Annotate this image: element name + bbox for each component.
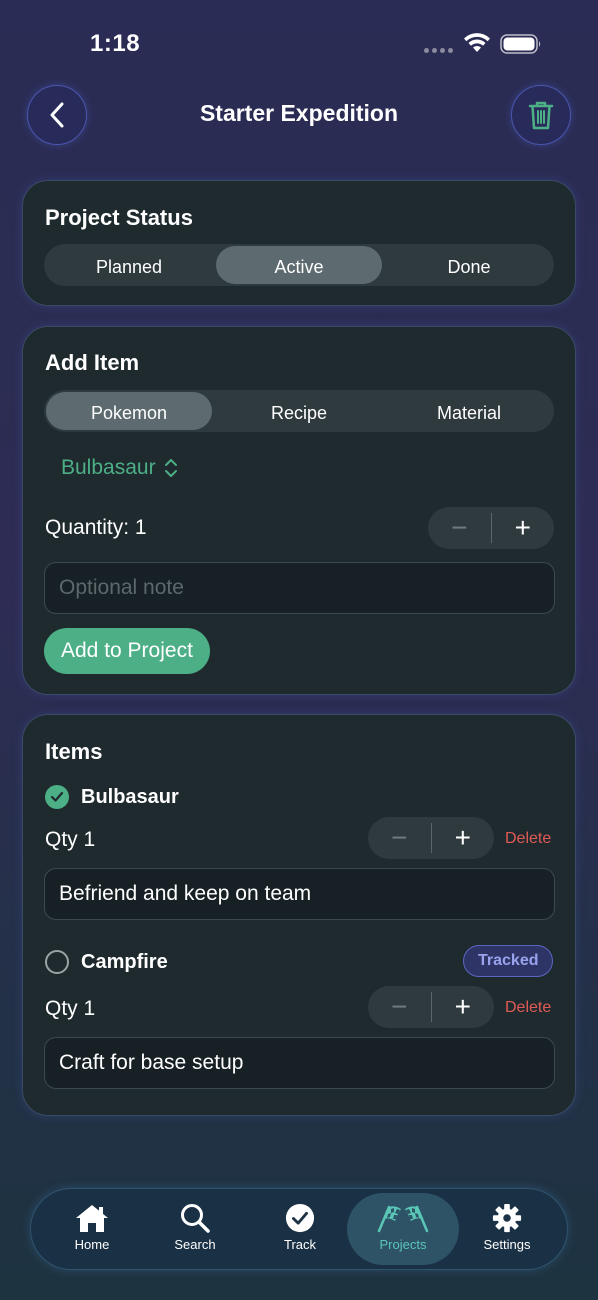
increment-button[interactable]: +	[492, 507, 555, 549]
status-option-active[interactable]: Active	[216, 246, 382, 284]
status-time: 1:18	[90, 30, 141, 57]
type-option-material[interactable]: Material	[386, 392, 552, 430]
project-status-title: Project Status	[45, 205, 193, 230]
cellular-signal-icon	[424, 48, 453, 53]
item-qty: Qty 1	[45, 997, 96, 1020]
type-option-recipe[interactable]: Recipe	[216, 392, 382, 430]
tab-projects-label: Projects	[379, 1237, 427, 1252]
tab-bar: Home Search Track Projects Settings	[30, 1188, 568, 1270]
item-name: Campfire	[81, 951, 168, 973]
project-status-segmented-control: Planned Active Done	[44, 244, 554, 286]
checkered-flags-icon	[377, 1205, 429, 1233]
item-name: Bulbasaur	[81, 786, 179, 808]
magnifier-icon	[181, 1204, 210, 1233]
tab-search-label: Search	[174, 1237, 216, 1252]
tab-home-label: Home	[74, 1237, 110, 1252]
tab-settings[interactable]: Settings	[451, 1193, 563, 1265]
type-option-pokemon[interactable]: Pokemon	[46, 392, 212, 430]
tab-search[interactable]: Search	[139, 1193, 251, 1265]
checkmark-circle-icon	[285, 1203, 315, 1233]
item-qty-stepper: − +	[368, 986, 494, 1028]
status-option-done[interactable]: Done	[386, 246, 552, 284]
increment-button[interactable]: +	[432, 817, 495, 859]
increment-button[interactable]: +	[432, 986, 495, 1028]
decrement-button[interactable]: −	[368, 817, 431, 859]
status-option-planned[interactable]: Planned	[46, 246, 212, 284]
delete-project-button[interactable]	[511, 85, 571, 145]
gear-icon	[492, 1203, 522, 1233]
battery-icon	[500, 34, 541, 54]
items-title: Items	[45, 739, 103, 764]
tab-projects[interactable]: Projects	[347, 1193, 459, 1265]
tracked-badge: Tracked	[463, 945, 554, 977]
tab-track-label: Track	[283, 1237, 317, 1252]
quantity-stepper: − +	[428, 507, 554, 549]
tab-track[interactable]: Track	[244, 1193, 356, 1265]
decrement-button[interactable]: −	[428, 507, 491, 549]
item-picker-value: Bulbasaur	[61, 456, 156, 479]
tab-home[interactable]: Home	[36, 1193, 148, 1265]
item-type-segmented-control: Pokemon Recipe Material	[44, 390, 554, 432]
add-item-card: Add Item Pokemon Recipe Material Bulbasa…	[22, 326, 576, 695]
page-title: Starter Expedition	[199, 100, 399, 126]
item-checkbox-checked[interactable]	[45, 785, 69, 809]
add-to-project-button[interactable]: Add to Project	[44, 628, 210, 674]
item-qty-stepper: − +	[368, 817, 494, 859]
decrement-button[interactable]: −	[368, 986, 431, 1028]
item-qty: Qty 1	[45, 828, 96, 851]
trash-icon	[528, 101, 554, 130]
checkmark-icon	[50, 791, 64, 802]
status-bar: 1:18	[0, 0, 598, 90]
item-note-field[interactable]: Befriend and keep on team	[44, 868, 555, 920]
item-note-field[interactable]: Craft for base setup	[44, 1037, 555, 1089]
quantity-label: Quantity: 1	[45, 516, 147, 539]
item-picker[interactable]: Bulbasaur	[61, 456, 178, 480]
tab-settings-label: Settings	[483, 1237, 531, 1252]
wifi-icon	[464, 33, 490, 52]
chevron-up-down-icon	[164, 459, 177, 477]
delete-item-button[interactable]: Delete	[505, 830, 551, 848]
project-status-card: Project Status Planned Active Done	[22, 180, 576, 306]
item-checkbox-unchecked[interactable]	[45, 950, 69, 974]
note-input[interactable]: Optional note	[44, 562, 555, 614]
items-card: Items Bulbasaur Qty 1 − + Delete Befrien…	[22, 714, 576, 1116]
add-item-title: Add Item	[45, 350, 140, 375]
house-icon	[76, 1205, 108, 1232]
delete-item-button[interactable]: Delete	[505, 999, 551, 1017]
